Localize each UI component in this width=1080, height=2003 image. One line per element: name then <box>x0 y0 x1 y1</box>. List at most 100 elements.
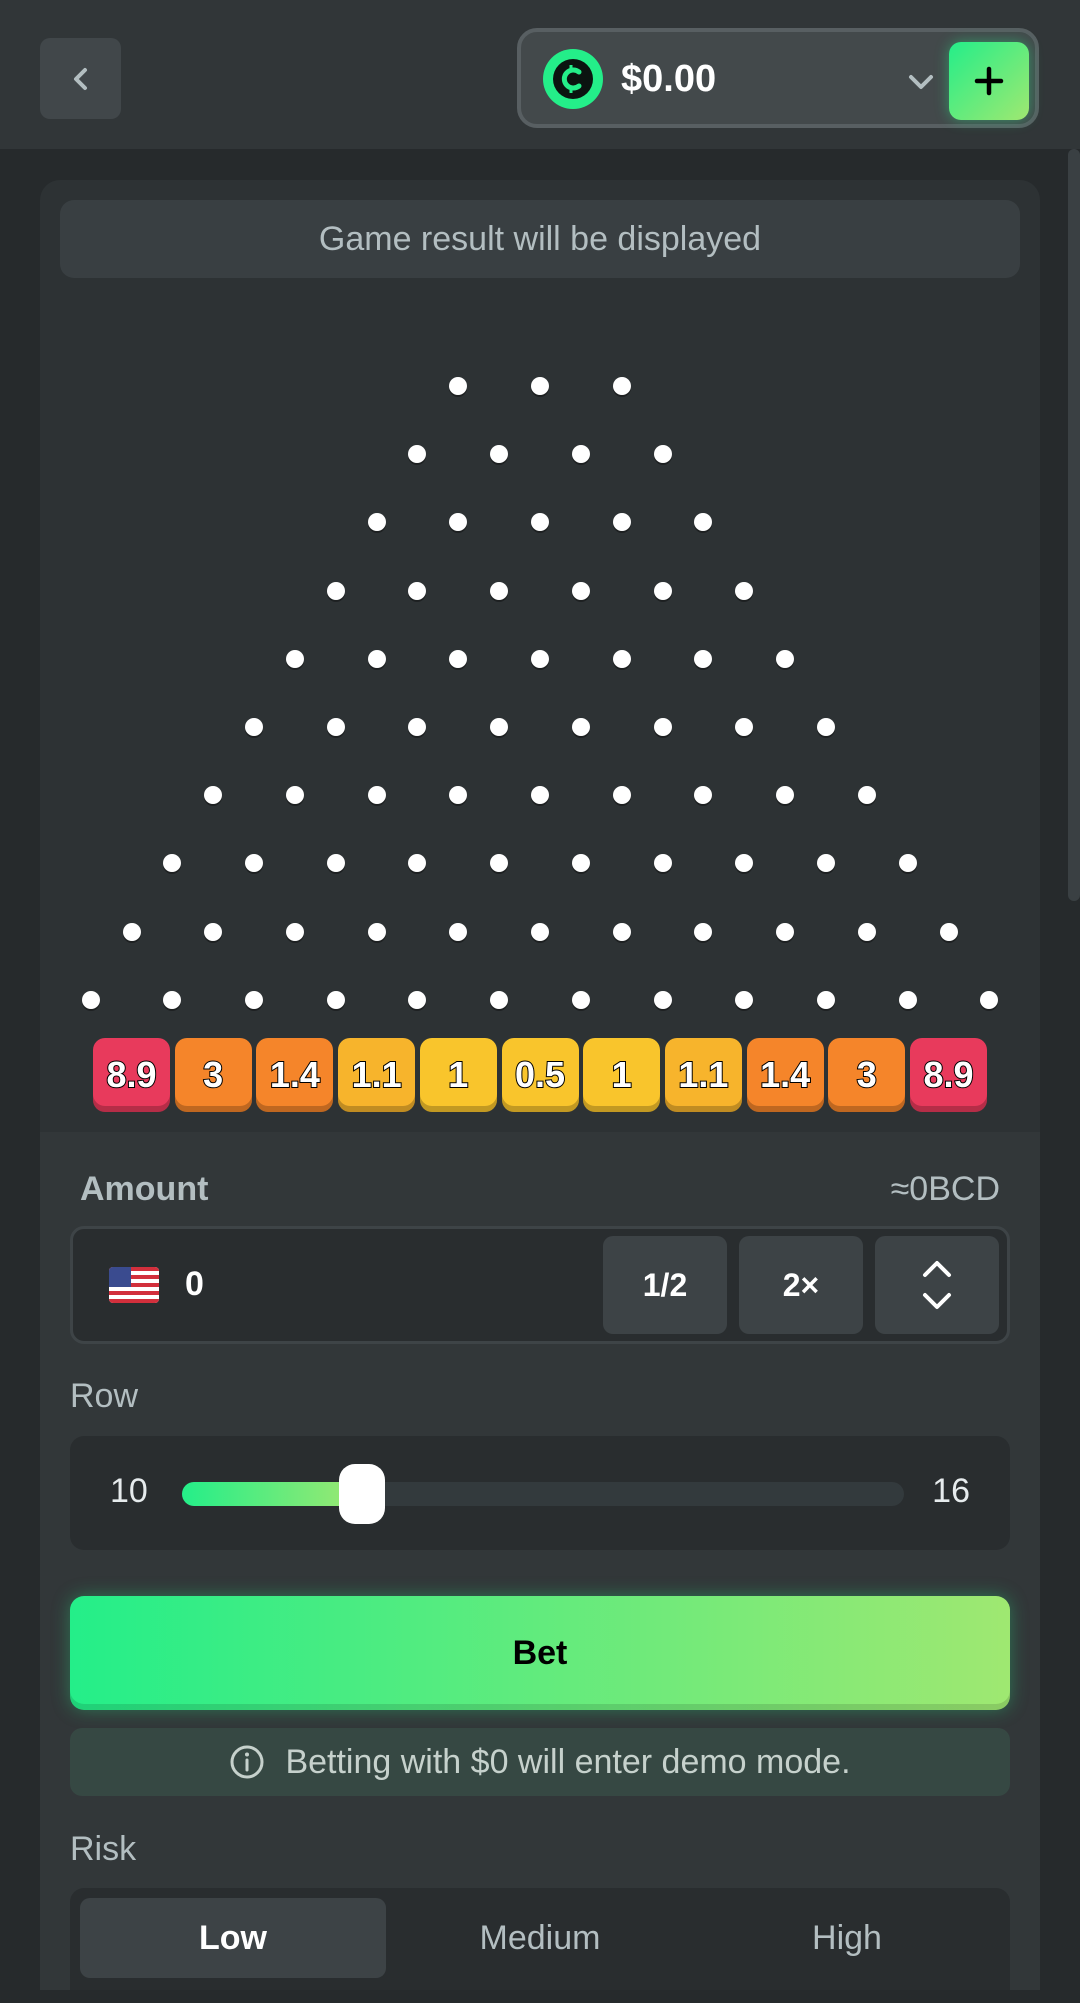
peg <box>204 786 223 805</box>
deposit-button[interactable] <box>949 42 1029 120</box>
peg <box>857 786 876 805</box>
peg <box>490 581 509 600</box>
multiplier-bucket: 1 <box>583 1038 661 1112</box>
bet-button[interactable]: Bet <box>70 1596 1010 1710</box>
coin-icon <box>543 49 603 109</box>
peg <box>490 445 509 464</box>
amount-label: Amount <box>80 1170 209 1208</box>
risk-option-medium[interactable]: Medium <box>387 1898 693 1978</box>
peg <box>694 786 713 805</box>
peg <box>612 922 631 941</box>
info-icon <box>230 1745 264 1779</box>
peg <box>531 513 549 532</box>
multiplier-bucket: 3 <box>174 1038 252 1112</box>
peg <box>367 786 386 805</box>
adjust-amount-button[interactable] <box>875 1236 999 1334</box>
peg <box>408 445 427 464</box>
peg <box>245 990 264 1009</box>
peg <box>490 854 509 873</box>
peg <box>245 718 264 736</box>
row-slider[interactable] <box>182 1464 904 1524</box>
peg <box>163 990 182 1009</box>
peg <box>653 581 672 600</box>
peg <box>531 922 549 941</box>
us-flag-icon <box>109 1267 159 1303</box>
half-amount-button[interactable]: 1/2 <box>603 1236 727 1334</box>
chevron-down-icon[interactable] <box>901 62 941 102</box>
peg <box>735 718 754 736</box>
multiplier-bucket: 1.4 <box>256 1038 334 1112</box>
peg <box>531 786 549 805</box>
double-amount-button[interactable]: 2× <box>739 1236 863 1334</box>
multiplier-bucket: 8.9 <box>910 1038 987 1112</box>
peg <box>571 990 590 1009</box>
peg <box>122 922 141 941</box>
game-panel: Game result will be displayed 8.9 3 1.4 1.1… <box>40 180 1040 1132</box>
bet-controls: Amount ≈0BCD 1/2 2× Row 10 <box>40 1132 1040 1990</box>
peg <box>490 718 509 736</box>
peg <box>531 377 549 395</box>
peg <box>367 513 386 532</box>
peg <box>694 513 713 532</box>
peg <box>408 718 427 736</box>
peg <box>449 786 468 805</box>
peg <box>816 854 835 873</box>
peg <box>449 649 468 668</box>
risk-option-high[interactable]: High <box>694 1898 1000 1978</box>
peg <box>285 786 304 805</box>
plinko-board: 8.9 3 1.4 1.1 1 0.5 1 1.1 1.4 3 8.9 <box>40 180 1040 1132</box>
chevron-left-icon <box>73 67 87 90</box>
peg <box>857 922 876 941</box>
scrollbar[interactable] <box>1068 149 1080 901</box>
peg <box>163 854 182 873</box>
peg <box>653 445 672 464</box>
up-down-chevron-icon <box>923 1261 951 1309</box>
multiplier-bucket: 1.4 <box>746 1038 824 1112</box>
peg <box>449 922 468 941</box>
peg <box>285 922 304 941</box>
row-slider-box: 10 16 <box>70 1436 1010 1550</box>
peg <box>612 513 631 532</box>
peg <box>735 854 754 873</box>
back-button[interactable] <box>40 38 121 119</box>
peg <box>408 990 427 1009</box>
peg <box>653 854 672 873</box>
peg <box>776 786 795 805</box>
demo-mode-text: Betting with $0 will enter demo mode. <box>285 1742 851 1781</box>
peg <box>326 854 345 873</box>
risk-option-low[interactable]: Low <box>80 1898 386 1978</box>
peg <box>408 854 427 873</box>
peg <box>653 990 672 1009</box>
peg <box>694 922 713 941</box>
peg <box>571 718 590 736</box>
peg <box>326 718 345 736</box>
amount-input[interactable] <box>185 1259 485 1309</box>
peg <box>898 854 917 873</box>
peg <box>980 990 999 1009</box>
amount-field: 1/2 2× <box>70 1226 1010 1344</box>
risk-label: Risk <box>70 1830 137 1868</box>
peg <box>776 922 795 941</box>
peg <box>776 649 795 668</box>
row-slider-thumb[interactable] <box>339 1464 385 1524</box>
multiplier-bucket: 0.5 <box>501 1038 579 1112</box>
peg <box>612 649 631 668</box>
multiplier-bucket: 1 <box>419 1038 497 1112</box>
row-slider-fill <box>182 1482 362 1506</box>
peg <box>408 581 427 600</box>
peg <box>735 990 754 1009</box>
peg <box>367 649 386 668</box>
balance-selector[interactable]: $0.00 <box>517 28 1039 128</box>
multiplier-bucket: 3 <box>828 1038 906 1112</box>
peg <box>204 922 223 941</box>
peg <box>653 718 672 736</box>
multiplier-bucket: 1.1 <box>664 1038 742 1112</box>
peg <box>531 649 549 668</box>
peg <box>571 445 590 464</box>
row-min: 10 <box>110 1472 148 1510</box>
amount-approx: ≈0BCD <box>890 1170 1000 1208</box>
multiplier-bucket: 1.1 <box>338 1038 416 1112</box>
peg <box>490 990 509 1009</box>
multiplier-bucket: 8.9 <box>93 1038 170 1112</box>
peg <box>571 854 590 873</box>
